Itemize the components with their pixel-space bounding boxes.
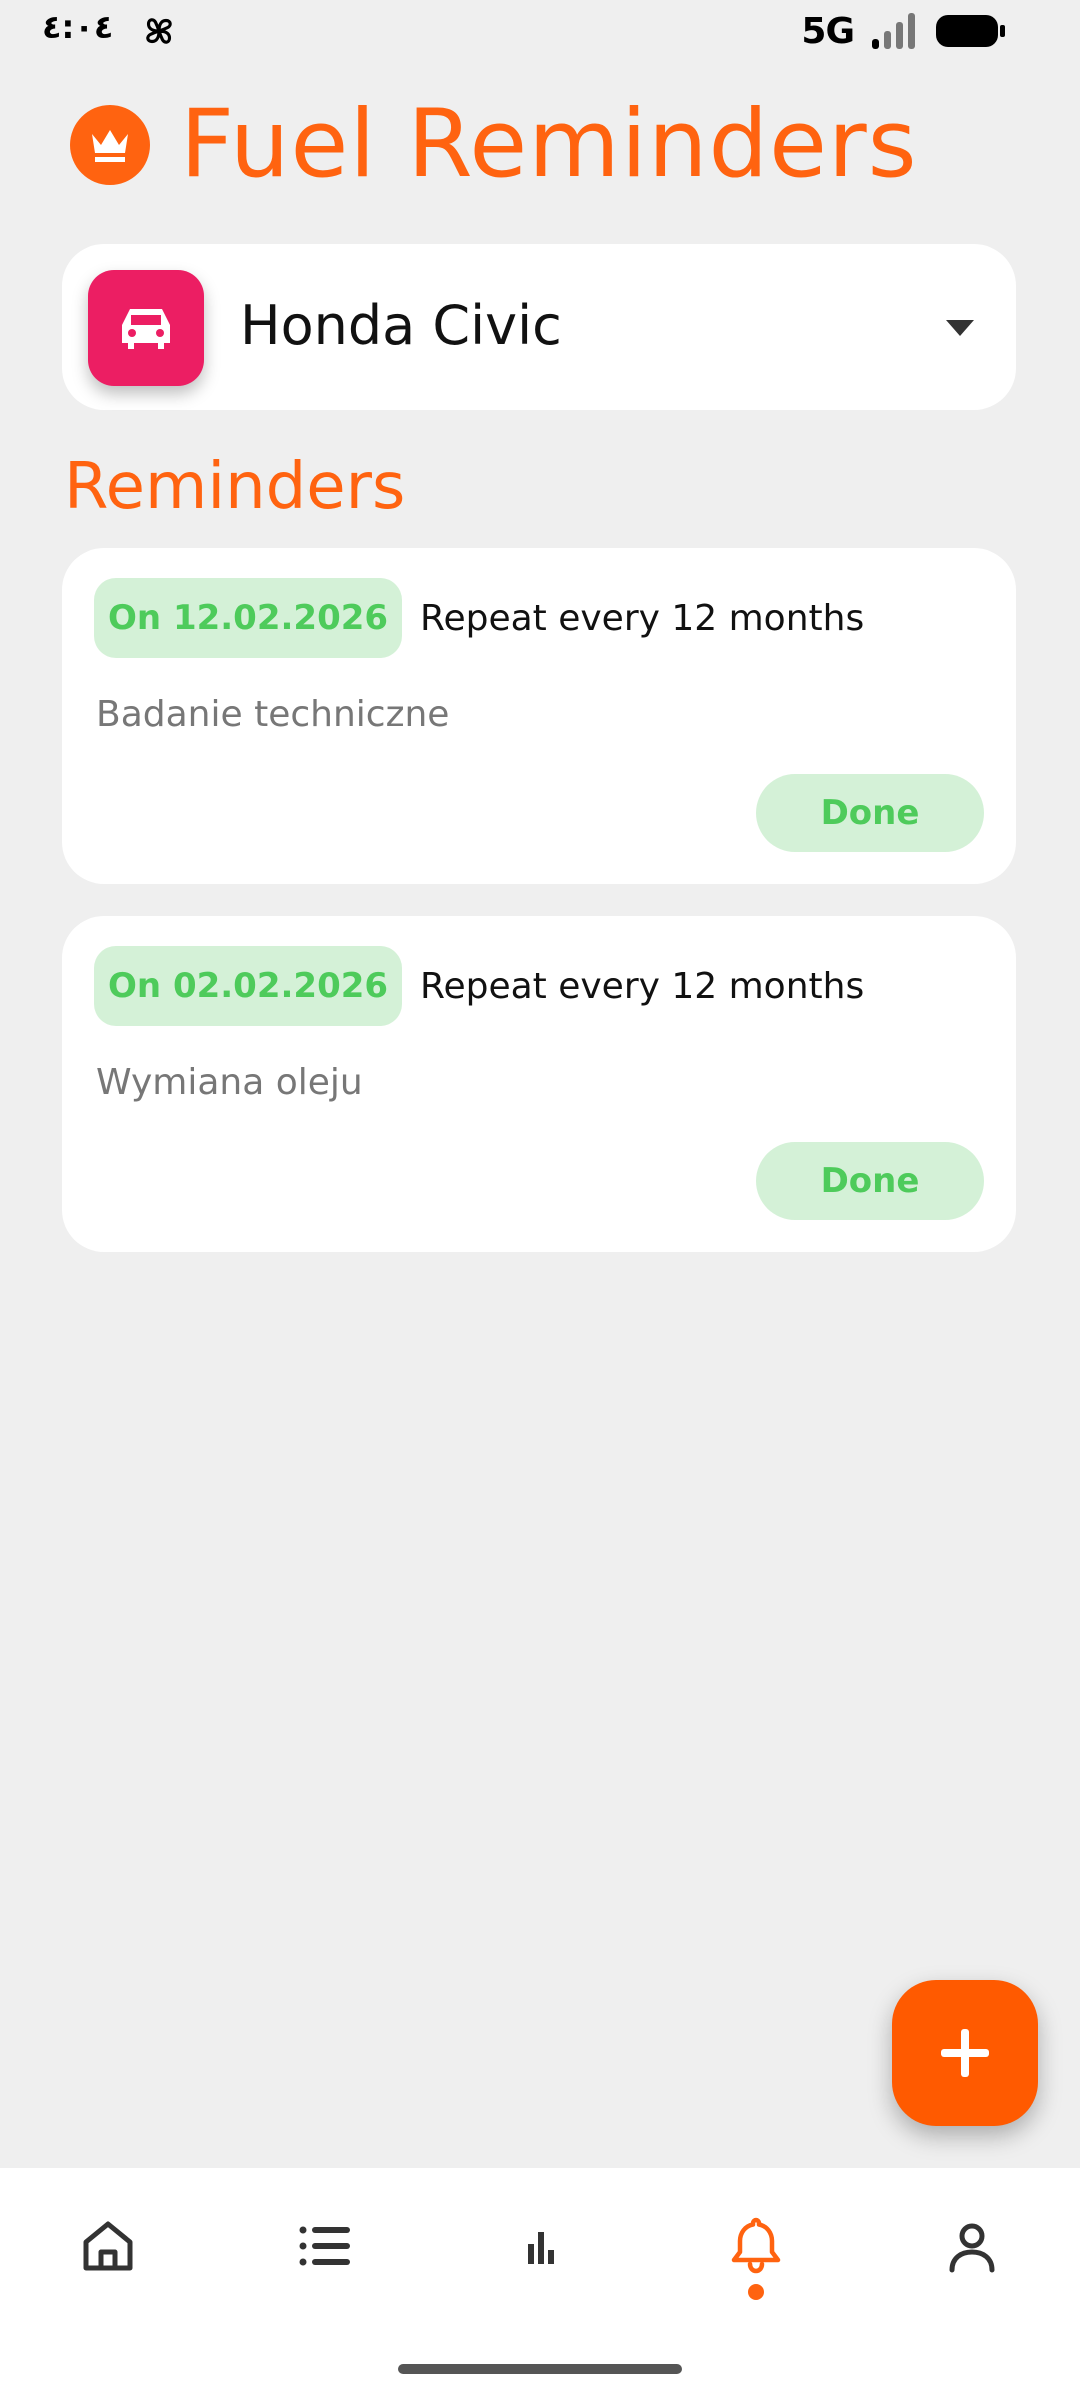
app-header: Fuel Reminders — [70, 98, 918, 192]
car-icon — [122, 309, 170, 349]
done-button[interactable]: Done — [756, 1142, 984, 1220]
nav-statistics[interactable] — [500, 2206, 580, 2286]
status-right: 5G — [801, 8, 1006, 54]
active-indicator — [748, 2284, 764, 2300]
nav-reminders[interactable] — [716, 2206, 796, 2286]
done-button[interactable]: Done — [756, 774, 984, 852]
signal-icon — [872, 13, 915, 49]
bell-icon — [731, 2217, 781, 2274]
add-reminder-button[interactable] — [892, 1980, 1038, 2126]
plus-icon — [941, 2029, 989, 2077]
repeat-label: Repeat every 12 months — [420, 965, 865, 1007]
vehicle-name: Honda Civic — [240, 294, 562, 357]
home-icon — [83, 2221, 133, 2271]
network-type: 5G — [801, 10, 855, 52]
date-chip: On 02.02.2026 — [94, 946, 403, 1026]
profile-icon — [949, 2223, 995, 2273]
chevron-down-icon[interactable] — [942, 312, 978, 342]
vehicle-avatar — [88, 270, 204, 386]
date-chip: On 12.02.2026 — [94, 578, 403, 658]
page-title: Fuel Reminders — [180, 90, 918, 199]
vehicle-selector[interactable]: Honda Civic — [62, 244, 1016, 410]
reminder-header: On 02.02.2026 Repeat every 12 months — [94, 946, 864, 1026]
nav-list[interactable] — [284, 2206, 364, 2286]
crown-icon — [92, 130, 128, 162]
reminder-card[interactable]: On 12.02.2026 Repeat every 12 months Bad… — [62, 548, 1016, 884]
battery-icon — [936, 15, 1005, 47]
status-bar: ٤:٠٤ 5G — [0, 0, 1080, 62]
nav-profile[interactable] — [932, 2206, 1012, 2286]
nav-home[interactable] — [68, 2206, 148, 2286]
premium-badge[interactable] — [70, 105, 150, 185]
fan-icon — [146, 18, 172, 44]
repeat-label: Repeat every 12 months — [420, 597, 865, 639]
reminder-header: On 12.02.2026 Repeat every 12 months — [94, 578, 864, 658]
reminder-name: Wymiana oleju — [96, 1062, 363, 1103]
reminder-name: Badanie techniczne — [96, 694, 450, 735]
status-time: ٤:٠٤ — [42, 8, 114, 46]
home-indicator[interactable] — [398, 2364, 682, 2374]
list-icon — [299, 2226, 350, 2266]
bar-chart-icon — [528, 2232, 554, 2264]
section-title: Reminders — [64, 450, 406, 524]
bottom-navigation — [0, 2168, 1080, 2400]
reminder-card[interactable]: On 02.02.2026 Repeat every 12 months Wym… — [62, 916, 1016, 1252]
